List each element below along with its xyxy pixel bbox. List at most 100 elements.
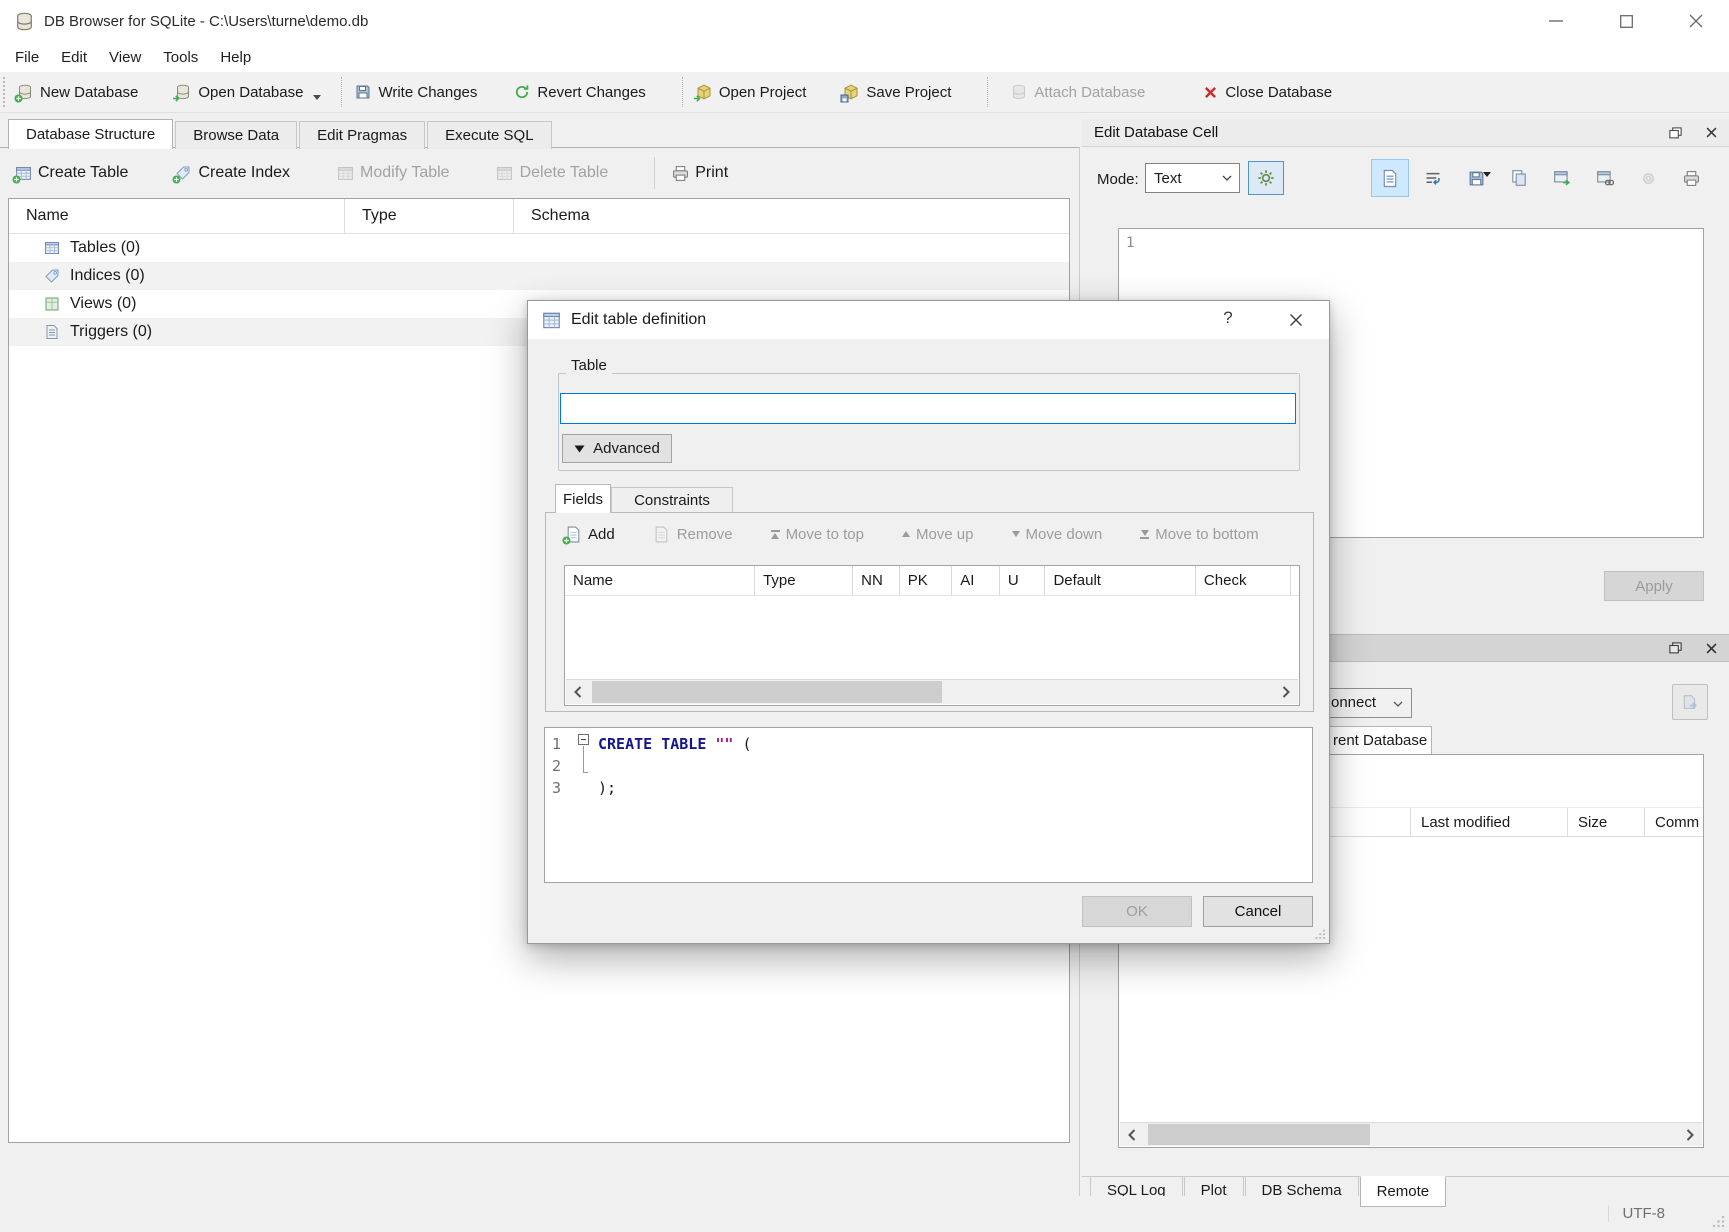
null-value-button[interactable] bbox=[1629, 159, 1667, 197]
new-database-icon bbox=[16, 83, 34, 101]
print-button[interactable]: Print bbox=[671, 164, 728, 182]
export-data-button[interactable] bbox=[1543, 159, 1581, 197]
print-cell-button[interactable] bbox=[1672, 159, 1710, 197]
sql-preview-editor[interactable]: 1 CREATE TABLE "" ( 2 3 ); bbox=[544, 727, 1313, 883]
dialog-title-bar[interactable]: Edit table definition ? bbox=[528, 301, 1329, 339]
save-project-button[interactable]: Save Project bbox=[842, 83, 951, 101]
close-database-button[interactable]: Close Database bbox=[1201, 83, 1332, 101]
fields-column-u[interactable]: U bbox=[1000, 566, 1046, 595]
tree-item-tables[interactable]: Tables (0) bbox=[9, 234, 1069, 262]
float-panel-icon[interactable] bbox=[1667, 125, 1683, 141]
remote-column-size[interactable]: Size bbox=[1567, 808, 1644, 836]
tab-browse-data[interactable]: Browse Data bbox=[175, 121, 297, 149]
column-header-schema[interactable]: Schema bbox=[514, 199, 1069, 233]
scroll-left-icon[interactable] bbox=[1120, 1123, 1144, 1146]
edit-table-definition-dialog: Edit table definition ? Table Advanced F… bbox=[527, 300, 1330, 944]
push-database-icon bbox=[1682, 694, 1698, 710]
open-database-dropdown-icon[interactable] bbox=[313, 95, 321, 100]
dialog-resize-grip-icon[interactable] bbox=[1314, 928, 1326, 940]
add-field-button[interactable]: Add bbox=[564, 525, 615, 543]
text-mode-button[interactable] bbox=[1371, 159, 1409, 197]
open-database-button[interactable]: Open Database bbox=[174, 83, 303, 101]
fields-column-type[interactable]: Type bbox=[755, 566, 853, 595]
fields-horizontal-scrollbar[interactable] bbox=[566, 679, 1298, 704]
tab-remote[interactable]: Remote bbox=[1360, 1176, 1447, 1207]
scroll-right-icon[interactable] bbox=[1678, 1123, 1702, 1146]
scroll-right-icon[interactable] bbox=[1274, 680, 1298, 704]
dialog-close-icon[interactable] bbox=[1283, 308, 1309, 332]
attach-database-button[interactable]: Attach Database bbox=[1010, 83, 1145, 101]
tab-fields[interactable]: Fields bbox=[555, 484, 611, 513]
close-database-label: Close Database bbox=[1225, 84, 1332, 101]
remote-push-button[interactable] bbox=[1672, 684, 1708, 720]
delete-table-button[interactable]: Delete Table bbox=[496, 164, 609, 182]
move-to-bottom-button[interactable]: Move to bottom bbox=[1140, 526, 1258, 543]
close-panel-icon[interactable] bbox=[1703, 125, 1719, 141]
menu-tools[interactable]: Tools bbox=[152, 45, 209, 70]
advanced-button[interactable]: Advanced bbox=[562, 434, 672, 463]
copy-icon bbox=[1511, 169, 1527, 187]
dialog-help-button[interactable]: ? bbox=[1216, 308, 1240, 328]
move-down-button[interactable]: Move down bbox=[1012, 526, 1103, 543]
fields-column-pk[interactable]: PK bbox=[900, 566, 953, 595]
write-changes-button[interactable]: Write Changes bbox=[354, 83, 477, 101]
create-table-button[interactable]: Create Table bbox=[14, 164, 128, 182]
maximize-icon[interactable] bbox=[1611, 6, 1641, 36]
encoding-selector[interactable]: UTF-8 bbox=[1608, 1205, 1666, 1222]
modify-table-button[interactable]: Modify Table bbox=[336, 164, 450, 182]
word-wrap-button[interactable] bbox=[1414, 159, 1452, 197]
window-controls bbox=[1541, 0, 1711, 42]
menu-view[interactable]: View bbox=[98, 45, 152, 70]
fields-column-default[interactable]: Default bbox=[1045, 566, 1195, 595]
scroll-left-icon[interactable] bbox=[566, 680, 590, 704]
ok-button[interactable]: OK bbox=[1082, 896, 1192, 927]
fields-column-name[interactable]: Name bbox=[565, 566, 755, 595]
apply-button[interactable]: Apply bbox=[1604, 571, 1704, 601]
table-name-input[interactable] bbox=[560, 393, 1296, 424]
move-to-top-label: Move to top bbox=[786, 526, 864, 543]
revert-changes-button[interactable]: Revert Changes bbox=[513, 83, 645, 101]
import-data-button[interactable] bbox=[1457, 159, 1495, 197]
dialog-table-icon bbox=[542, 311, 561, 330]
resize-grip-icon[interactable] bbox=[1711, 1214, 1725, 1228]
remote-horizontal-scrollbar[interactable] bbox=[1120, 1122, 1702, 1146]
tab-constraints[interactable]: Constraints bbox=[611, 487, 733, 513]
fields-column-check[interactable]: Check bbox=[1196, 566, 1291, 595]
column-header-name[interactable]: Name bbox=[9, 199, 345, 233]
chevron-down-icon bbox=[1222, 175, 1232, 181]
open-project-button[interactable]: Open Project bbox=[695, 83, 807, 101]
tab-edit-pragmas[interactable]: Edit Pragmas bbox=[299, 121, 425, 149]
open-in-app-button[interactable] bbox=[1586, 159, 1624, 197]
mode-select[interactable]: Text bbox=[1145, 163, 1240, 193]
scrollbar-thumb[interactable] bbox=[592, 681, 942, 703]
menu-help[interactable]: Help bbox=[209, 45, 262, 70]
scrollbar-thumb[interactable] bbox=[1148, 1124, 1370, 1145]
column-header-type[interactable]: Type bbox=[345, 199, 514, 233]
cancel-button[interactable]: Cancel bbox=[1203, 896, 1313, 927]
copy-data-button[interactable] bbox=[1500, 159, 1538, 197]
minimize-icon[interactable] bbox=[1541, 6, 1571, 36]
close-window-icon[interactable] bbox=[1681, 6, 1711, 36]
float-panel-icon[interactable] bbox=[1667, 640, 1683, 656]
menu-edit[interactable]: Edit bbox=[50, 45, 98, 70]
tree-item-indices[interactable]: Indices (0) bbox=[9, 262, 1069, 290]
app-window: DB Browser for SQLite - C:\Users\turne\d… bbox=[0, 0, 1729, 1232]
remote-column-last-modified[interactable]: Last modified bbox=[1410, 808, 1567, 836]
remote-column-commit[interactable]: Comm bbox=[1644, 808, 1703, 836]
toolbar-drag-handle[interactable] bbox=[3, 77, 10, 107]
auto-apply-toggle-button[interactable] bbox=[1248, 161, 1284, 195]
move-to-top-button[interactable]: Move to top bbox=[771, 526, 864, 543]
code-fold-icon[interactable] bbox=[578, 734, 589, 745]
tab-execute-sql[interactable]: Execute SQL bbox=[427, 121, 551, 149]
new-database-button[interactable]: New Database bbox=[16, 83, 138, 101]
move-up-button[interactable]: Move up bbox=[902, 526, 974, 543]
tab-database-structure[interactable]: Database Structure bbox=[8, 119, 173, 149]
fields-column-nn[interactable]: NN bbox=[853, 566, 900, 595]
close-panel-icon[interactable] bbox=[1703, 640, 1719, 656]
create-index-button[interactable]: Create Index bbox=[174, 164, 290, 182]
fields-column-ai[interactable]: AI bbox=[952, 566, 1000, 595]
remove-field-button[interactable]: Remove bbox=[653, 525, 733, 543]
menu-file[interactable]: File bbox=[4, 45, 50, 70]
cell-editor-toolbar bbox=[1371, 159, 1710, 197]
move-to-top-icon bbox=[771, 530, 780, 539]
